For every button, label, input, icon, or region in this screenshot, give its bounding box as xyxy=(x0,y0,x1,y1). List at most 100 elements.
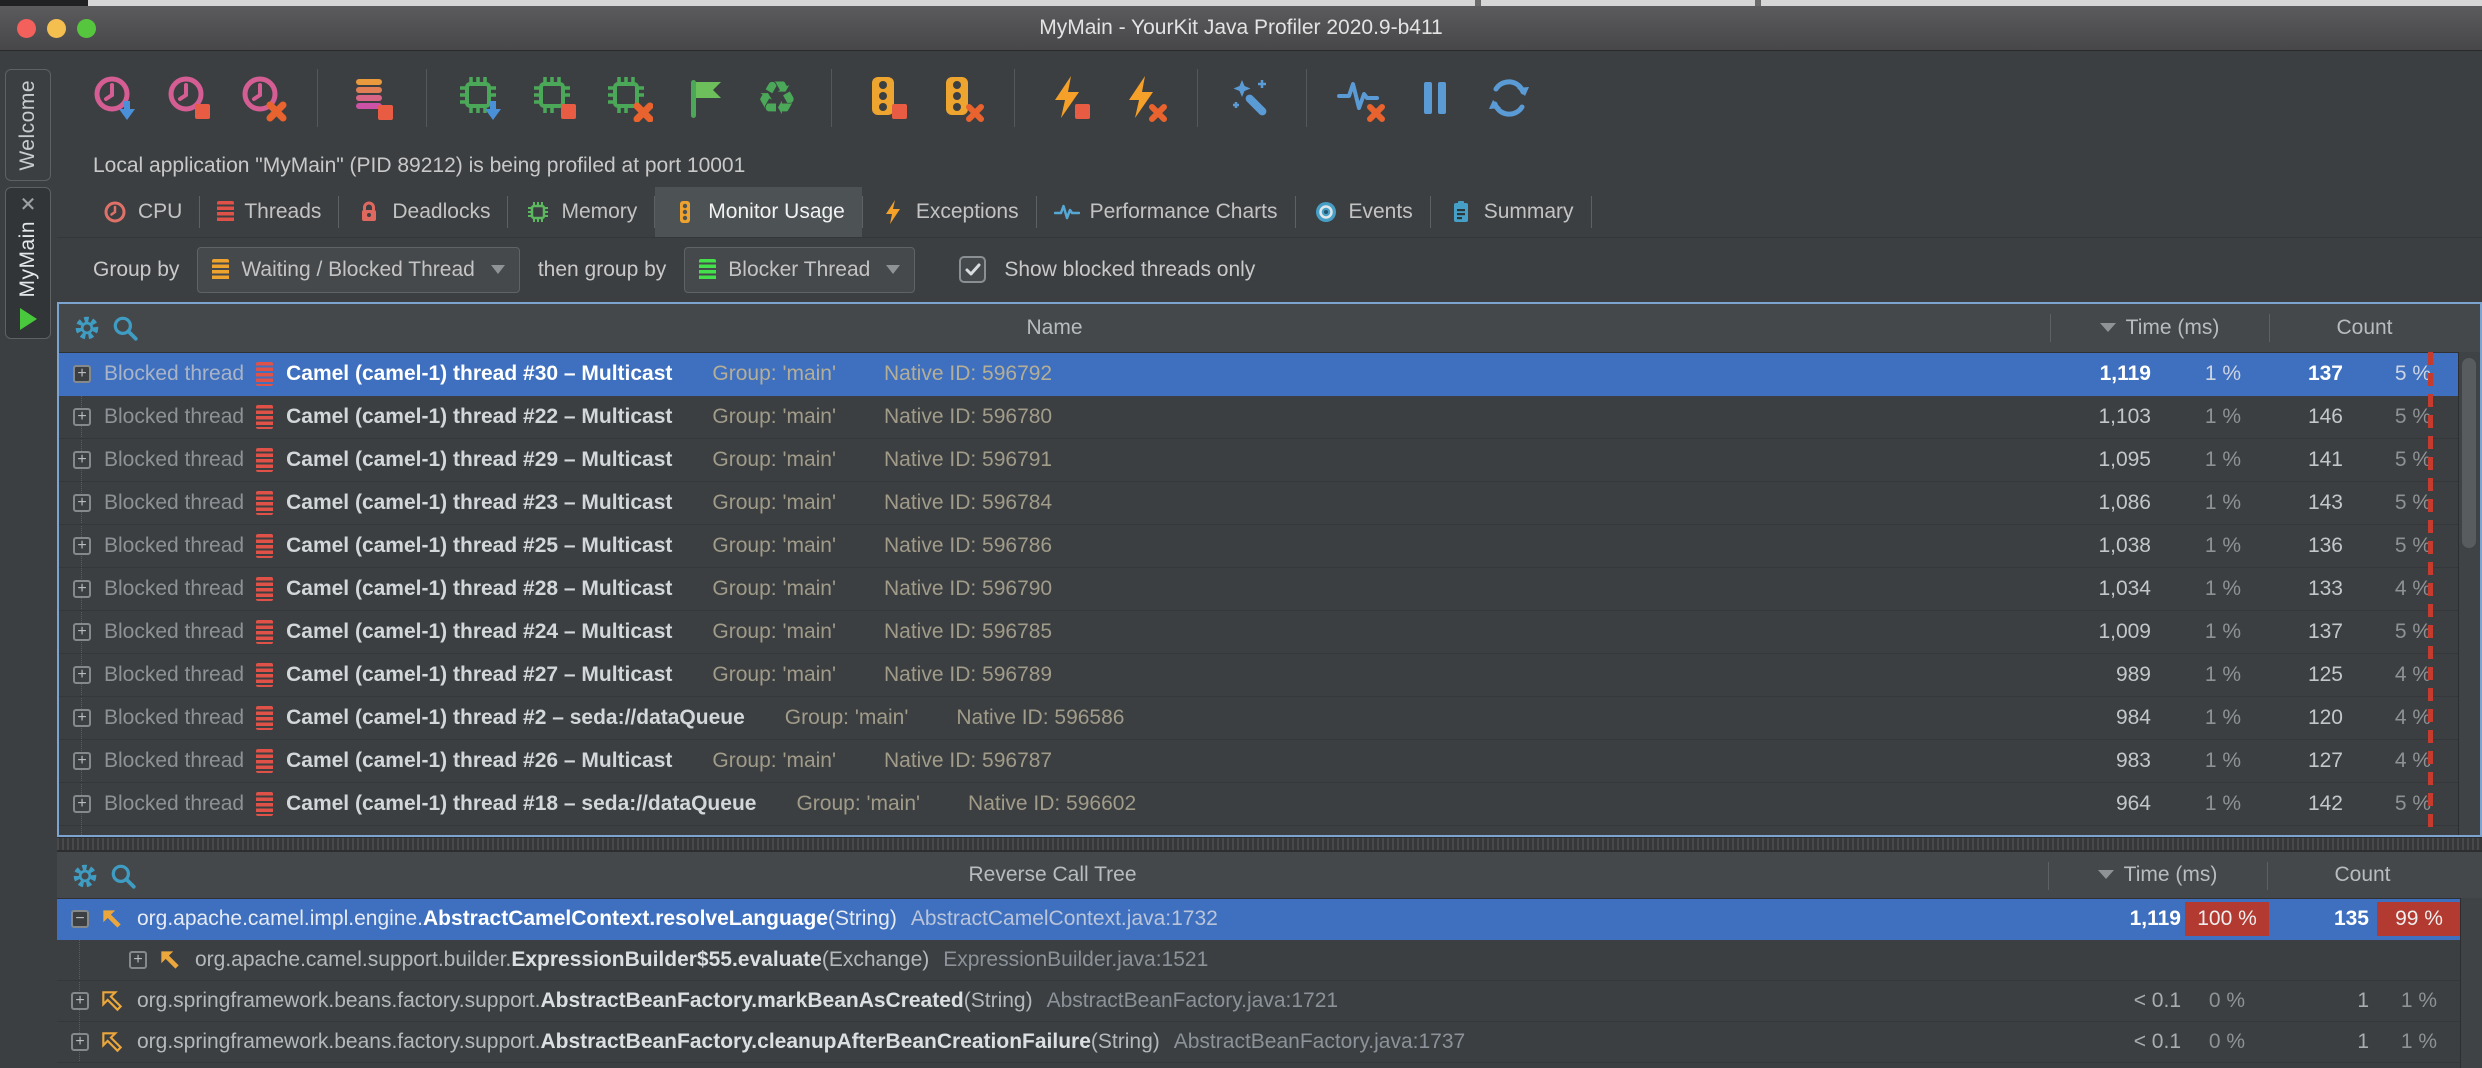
thread-icon xyxy=(256,448,273,472)
count-column-header[interactable]: Count xyxy=(2267,863,2458,887)
clear-exception-results-icon[interactable] xyxy=(1119,74,1167,122)
time-column-header[interactable]: Time (ms) xyxy=(2048,863,2267,887)
expand-icon[interactable]: + xyxy=(73,795,91,813)
blocked-thread-label: Blocked thread xyxy=(104,706,244,730)
blocked-thread-row[interactable]: + Blocked thread Camel (camel-1) thread … xyxy=(59,396,2459,439)
call-tree-row[interactable]: + org.springframework.beans.factory.supp… xyxy=(57,1022,2461,1063)
expand-icon[interactable]: + xyxy=(73,709,91,727)
scrollbar-thumb[interactable] xyxy=(2462,358,2476,548)
monitor-usage-panel: Name Time (ms) Count + Blocked thread Ca… xyxy=(57,302,2482,837)
call-tree-row[interactable]: + org.springframework.beans.factory.supp… xyxy=(57,981,2461,1022)
summary-clipboard-icon xyxy=(1448,199,1474,225)
then-group-by-dropdown[interactable]: Blocker Thread xyxy=(684,247,915,293)
expand-icon[interactable]: + xyxy=(129,951,147,969)
expand-icon[interactable]: + xyxy=(73,494,91,512)
tab-summary[interactable]: Summary xyxy=(1431,187,1591,237)
capture-snapshot-flag-icon[interactable] xyxy=(679,74,727,122)
thread-native-id: Native ID: 596786 xyxy=(884,534,1052,558)
tab-label: Exceptions xyxy=(916,200,1019,224)
tab-threads[interactable]: Threads xyxy=(200,187,338,237)
start-allocation-recording-icon[interactable] xyxy=(457,74,505,122)
sidebar-tab-mymain[interactable]: MyMain xyxy=(5,187,51,339)
method-signature: org.apache.camel.support.builder.Express… xyxy=(195,948,1208,972)
group-by-label: Group by xyxy=(93,258,179,282)
zoom-window-button[interactable] xyxy=(77,19,96,38)
expand-icon[interactable]: − xyxy=(71,910,89,928)
expand-icon[interactable]: + xyxy=(71,992,89,1010)
expand-icon[interactable]: + xyxy=(73,451,91,469)
stop-allocation-recording-icon[interactable] xyxy=(531,74,579,122)
thread-native-id: Native ID: 596586 xyxy=(956,706,1124,730)
clear-monitor-results-icon[interactable] xyxy=(936,74,984,122)
expand-icon[interactable]: + xyxy=(73,623,91,641)
call-tree-row[interactable]: − org.apache.camel.impl.engine.AbstractC… xyxy=(57,899,2461,940)
call-tree-rows: − org.apache.camel.impl.engine.AbstractC… xyxy=(57,899,2461,1063)
panel-splitter[interactable] xyxy=(57,837,2482,851)
profiler-toolbar: ♻ xyxy=(57,51,2482,145)
vertical-scrollbar[interactable] xyxy=(2458,352,2480,835)
time-percent: 1 % xyxy=(2205,663,2241,687)
blocked-thread-row[interactable]: + Blocked thread Camel (camel-1) thread … xyxy=(59,439,2459,482)
tab-monitor-usage[interactable]: Monitor Usage xyxy=(655,187,862,237)
thread-native-id: Native ID: 596793 xyxy=(884,835,1052,837)
expand-icon[interactable]: + xyxy=(71,1033,89,1051)
name-column-header[interactable]: Reverse Call Tree xyxy=(57,863,2048,887)
sidebar-tab-welcome[interactable]: Welcome xyxy=(5,69,51,181)
chevron-down-icon xyxy=(491,265,505,274)
blocked-thread-row[interactable]: + Blocked thread Camel (camel-1) thread … xyxy=(59,482,2459,525)
blocked-thread-row[interactable]: + Blocked thread Camel (camel-1) thread … xyxy=(59,826,2459,837)
show-blocked-threads-checkbox[interactable] xyxy=(959,256,986,283)
blocked-thread-row[interactable]: + Blocked thread Camel (camel-1) thread … xyxy=(59,525,2459,568)
clear-allocation-results-icon[interactable] xyxy=(605,74,653,122)
vertical-scrollbar[interactable] xyxy=(2460,898,2482,1068)
tab-events[interactable]: Events xyxy=(1296,187,1430,237)
tab-cpu[interactable]: CPU xyxy=(85,187,199,237)
refresh-icon[interactable] xyxy=(1485,74,1533,122)
expand-icon[interactable]: + xyxy=(73,580,91,598)
blocked-thread-row[interactable]: + Blocked thread Camel (camel-1) thread … xyxy=(59,611,2459,654)
close-window-button[interactable] xyxy=(17,19,36,38)
group-by-dropdown[interactable]: Waiting / Blocked Thread xyxy=(197,247,519,293)
time-percent: 1 % xyxy=(2205,835,2241,837)
count-column-header[interactable]: Count xyxy=(2269,316,2460,340)
time-value: 1,034 xyxy=(2098,577,2151,601)
close-session-icon[interactable] xyxy=(19,196,37,211)
tab-performance-charts[interactable]: Performance Charts xyxy=(1037,187,1295,237)
name-column-header[interactable]: Name xyxy=(59,316,2050,340)
tab-deadlocks[interactable]: Deadlocks xyxy=(339,187,507,237)
thread-name: Camel (camel-1) thread #23 – Multicast xyxy=(286,491,672,515)
expand-icon[interactable]: + xyxy=(73,408,91,426)
count-value: 135 xyxy=(2334,907,2369,931)
expand-icon[interactable]: + xyxy=(73,752,91,770)
count-percent: 5 % xyxy=(2395,792,2431,816)
clear-telemetry-icon[interactable] xyxy=(1337,74,1385,122)
force-gc-icon[interactable]: ♻ xyxy=(753,74,801,122)
start-cpu-profiling-icon[interactable] xyxy=(91,74,139,122)
titlebar: MyMain - YourKit Java Profiler 2020.9-b4… xyxy=(0,6,2482,51)
blocked-thread-row[interactable]: + Blocked thread Camel (camel-1) thread … xyxy=(59,783,2459,826)
call-tree-row[interactable]: + org.apache.camel.support.builder.Expre… xyxy=(57,940,2461,981)
minimize-window-button[interactable] xyxy=(47,19,66,38)
clear-cpu-results-icon[interactable] xyxy=(239,74,287,122)
blocked-thread-row[interactable]: + Blocked thread Camel (camel-1) thread … xyxy=(59,654,2459,697)
time-value: 1,119 xyxy=(2100,362,2151,386)
tab-exceptions[interactable]: Exceptions xyxy=(863,187,1036,237)
tab-memory[interactable]: Memory xyxy=(508,187,654,237)
expand-icon[interactable]: + xyxy=(73,537,91,555)
stop-cpu-profiling-icon[interactable] xyxy=(165,74,213,122)
blocked-thread-row[interactable]: + Blocked thread Camel (camel-1) thread … xyxy=(59,740,2459,783)
blocked-thread-row[interactable]: + Blocked thread Camel (camel-1) thread … xyxy=(59,697,2459,740)
capture-thread-dump-icon[interactable] xyxy=(348,74,396,122)
stop-exception-recording-icon[interactable] xyxy=(1045,74,1093,122)
thread-group: Group: 'main' xyxy=(712,663,836,687)
expand-icon[interactable]: + xyxy=(73,365,91,383)
expand-icon[interactable]: + xyxy=(73,666,91,684)
stop-monitor-profiling-icon[interactable] xyxy=(862,74,910,122)
method-icon xyxy=(157,947,183,973)
blocked-thread-row[interactable]: + Blocked thread Camel (camel-1) thread … xyxy=(59,353,2459,396)
blocked-thread-row[interactable]: + Blocked thread Camel (camel-1) thread … xyxy=(59,568,2459,611)
time-column-header[interactable]: Time (ms) xyxy=(2050,316,2269,340)
inspections-wand-icon[interactable] xyxy=(1228,74,1276,122)
pause-telemetry-icon[interactable] xyxy=(1411,74,1459,122)
tab-divider xyxy=(1591,196,1592,228)
